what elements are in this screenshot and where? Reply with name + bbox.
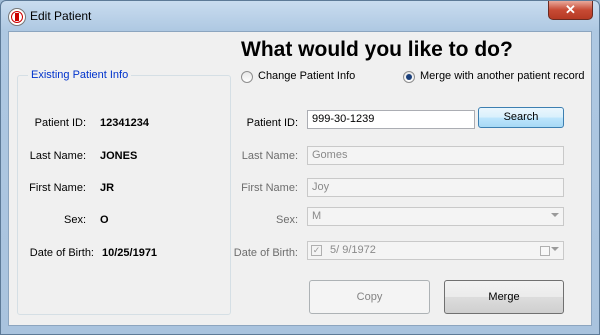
existing-sex-label: Sex: <box>63 214 86 226</box>
last-name-label: Last Name: <box>241 150 298 162</box>
calendar-dropdown-arrow-icon[interactable] <box>551 247 559 251</box>
sex-label: Sex: <box>275 214 298 226</box>
existing-last-name-value: JONES <box>100 150 138 162</box>
existing-sex-value: O <box>100 214 109 226</box>
patient-id-input[interactable]: 999-30-1239 <box>307 110 475 129</box>
existing-first-name-value: JR <box>100 182 115 194</box>
existing-patient-legend: Existing Patient Info <box>28 69 132 81</box>
copy-button[interactable]: Copy <box>309 280 430 314</box>
window-title: Edit Patient <box>30 9 92 23</box>
merge-record-radio-label[interactable]: Merge with another patient record <box>420 70 584 82</box>
existing-first-name-label: First Name: <box>29 182 86 194</box>
copy-button-label: Copy <box>356 291 383 303</box>
existing-patient-id-label: Patient ID: <box>34 117 86 129</box>
merge-button[interactable]: Merge <box>444 280 564 314</box>
action-heading: What would you like to do? <box>241 38 513 61</box>
app-medical-icon <box>8 8 26 26</box>
last-name-input[interactable]: Gomes <box>307 146 564 165</box>
first-name-input[interactable]: Joy <box>307 178 564 197</box>
dob-picker[interactable]: ✓ 5/ 9/1972 <box>307 241 564 260</box>
existing-patient-id-value: 12341234 <box>100 117 149 129</box>
sex-select[interactable]: M <box>307 207 564 226</box>
change-info-radio-label[interactable]: Change Patient Info <box>258 70 355 82</box>
search-button-label: Search <box>503 111 539 123</box>
title-bar[interactable]: Edit Patient ✕ <box>1 1 599 31</box>
existing-patient-groupbox <box>17 75 231 315</box>
chevron-down-icon[interactable] <box>551 213 559 217</box>
existing-dob-value: 10/25/1971 <box>102 247 158 259</box>
search-button[interactable]: Search <box>478 107 564 128</box>
merge-record-radio[interactable] <box>403 71 415 83</box>
dob-picker-value: 5/ 9/1972 <box>330 244 376 256</box>
dob-label: Date of Birth: <box>233 247 298 259</box>
existing-dob-label: Date of Birth: <box>29 247 94 259</box>
existing-last-name-label: Last Name: <box>29 150 86 162</box>
patient-id-label: Patient ID: <box>246 117 298 129</box>
first-name-label: First Name: <box>241 182 298 194</box>
close-icon[interactable]: ✕ <box>548 1 593 20</box>
merge-button-label: Merge <box>488 291 520 303</box>
calendar-icon[interactable] <box>540 246 550 256</box>
dob-checkbox[interactable]: ✓ <box>311 245 322 256</box>
change-info-radio[interactable] <box>241 71 253 83</box>
sex-select-value: M <box>312 210 322 222</box>
